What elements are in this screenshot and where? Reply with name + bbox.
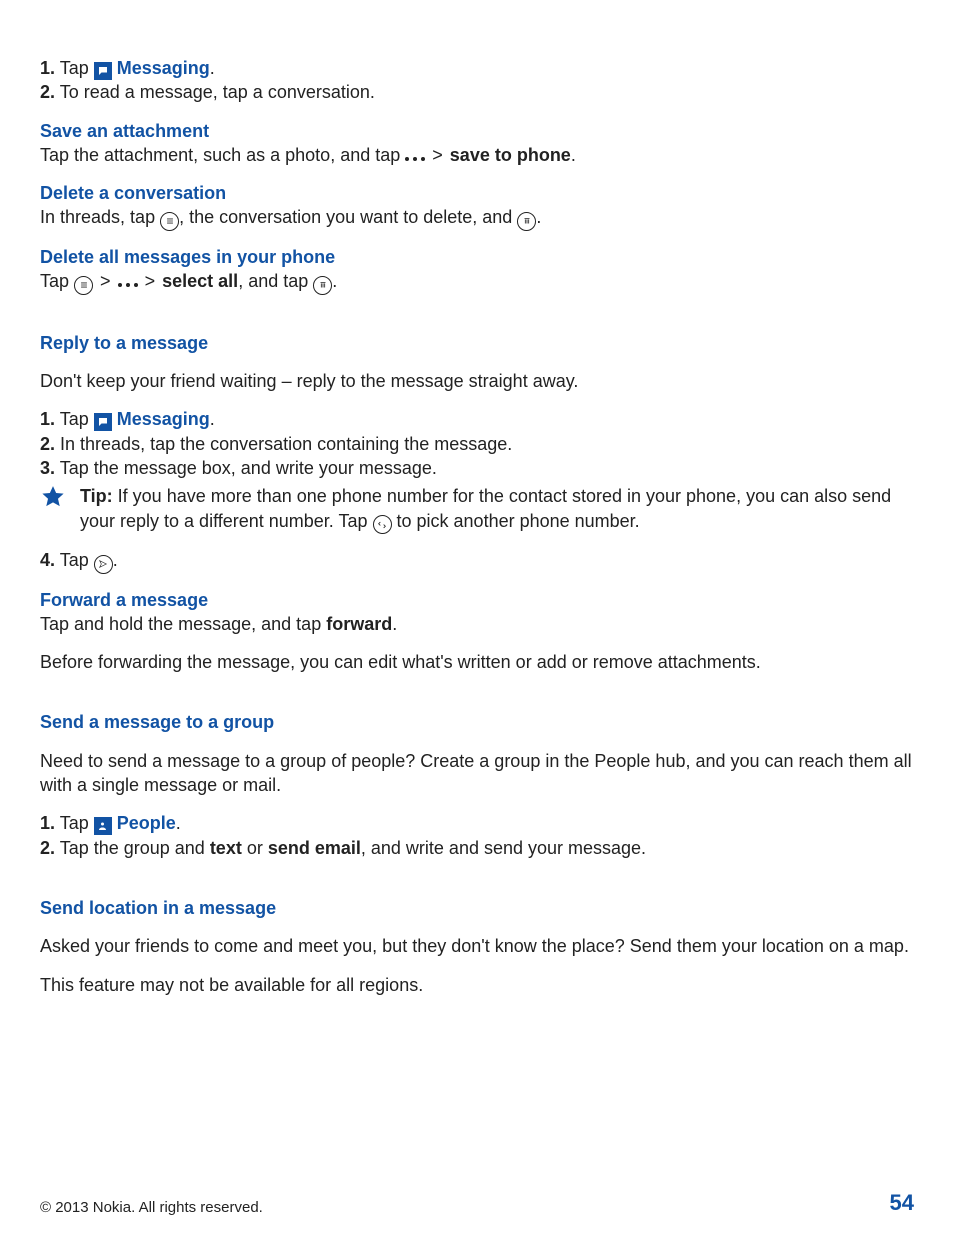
- section-heading: Delete all messages in your phone: [40, 245, 914, 269]
- menu-item: forward: [326, 614, 392, 634]
- step-2: 2. In threads, tap the conversation cont…: [40, 432, 914, 456]
- step-2: 2. To read a message, tap a conversation…: [40, 80, 914, 104]
- chevron: >: [98, 269, 113, 293]
- note-text: Before forwarding the message, you can e…: [40, 650, 914, 674]
- text: In threads, tap: [40, 207, 160, 227]
- text: Tap the message box, and write your mess…: [55, 458, 437, 478]
- select-icon: [160, 212, 179, 231]
- step-number: 1.: [40, 58, 55, 78]
- text: or: [242, 838, 268, 858]
- intro-text: Asked your friends to come and meet you,…: [40, 934, 914, 958]
- body-line: In threads, tap , the conversation you w…: [40, 205, 914, 231]
- intro-text: Need to send a message to a group of peo…: [40, 749, 914, 798]
- star-icon: [40, 484, 66, 510]
- intro-steps: 1. Tap Messaging. 2. To read a message, …: [40, 56, 914, 105]
- people-tile-icon: [94, 817, 112, 835]
- text: Tap: [55, 813, 94, 833]
- text: .: [210, 409, 215, 429]
- section-heading: Reply to a message: [40, 331, 914, 355]
- text: , and tap: [238, 271, 313, 291]
- chevron: >: [143, 269, 158, 293]
- section-heading: Forward a message: [40, 588, 914, 612]
- tip-label: Tip:: [80, 486, 113, 506]
- intro-text: Don't keep your friend waiting – reply t…: [40, 369, 914, 393]
- menu-item: send email: [268, 838, 361, 858]
- section-heading: Delete a conversation: [40, 181, 914, 205]
- text: Tap the attachment, such as a photo, and…: [40, 145, 405, 165]
- send-icon: [94, 555, 113, 574]
- text: Tap the group and: [55, 838, 210, 858]
- text: .: [332, 271, 337, 291]
- delete-icon: [517, 212, 536, 231]
- section-delete-conversation: Delete a conversation In threads, tap , …: [40, 181, 914, 231]
- text: Tap: [55, 409, 94, 429]
- text: .: [392, 614, 397, 634]
- step-4: 4. Tap .: [40, 548, 914, 574]
- text: In threads, tap the conversation contain…: [55, 434, 512, 454]
- menu-item: select all: [162, 271, 238, 291]
- messaging-tile-icon: [94, 413, 112, 431]
- chevron: >: [430, 143, 445, 167]
- text: to pick another phone number.: [392, 511, 640, 531]
- text: .: [536, 207, 541, 227]
- step-number: 4.: [40, 550, 55, 570]
- copyright: © 2013 Nokia. All rights reserved.: [40, 1198, 263, 1218]
- page: 1. Tap Messaging. 2. To read a message, …: [0, 0, 954, 1258]
- section-heading: Save an attachment: [40, 119, 914, 143]
- step-number: 2.: [40, 838, 55, 858]
- section-location: Send location in a message Asked your fr…: [40, 896, 914, 997]
- note-text: This feature may not be available for al…: [40, 973, 914, 997]
- page-number: 54: [890, 1188, 914, 1218]
- text: , and write and send your message.: [361, 838, 646, 858]
- text: .: [210, 58, 215, 78]
- menu-item: save to phone: [450, 145, 571, 165]
- step-number: 1.: [40, 409, 55, 429]
- select-icon: [74, 276, 93, 295]
- text: Tap: [40, 271, 74, 291]
- app-name: People: [112, 813, 176, 833]
- app-name: Messaging: [112, 58, 210, 78]
- body-line: Tap and hold the message, and tap forwar…: [40, 612, 914, 636]
- section-group: Send a message to a group Need to send a…: [40, 710, 914, 859]
- step-3: 3. Tap the message box, and write your m…: [40, 456, 914, 480]
- text: , the conversation you want to delete, a…: [179, 207, 517, 227]
- step-number: 2.: [40, 434, 55, 454]
- switch-number-icon: [373, 515, 392, 534]
- menu-item: text: [210, 838, 242, 858]
- step-1: 1. Tap Messaging.: [40, 407, 914, 431]
- more-icon: [405, 157, 425, 161]
- more-icon: [118, 283, 138, 287]
- section-heading: Send location in a message: [40, 896, 914, 920]
- tip-block: Tip: If you have more than one phone num…: [40, 484, 914, 534]
- delete-icon: [313, 276, 332, 295]
- step-number: 3.: [40, 458, 55, 478]
- text: To read a message, tap a conversation.: [55, 82, 375, 102]
- body-line: Tap > > select all, and tap .: [40, 269, 914, 295]
- section-forward: Forward a message Tap and hold the messa…: [40, 588, 914, 675]
- step-1: 1. Tap People.: [40, 811, 914, 835]
- section-delete-all: Delete all messages in your phone Tap > …: [40, 245, 914, 295]
- text: Tap: [55, 58, 94, 78]
- text: Tap: [55, 550, 94, 570]
- text: Tap and hold the message, and tap: [40, 614, 326, 634]
- text: .: [571, 145, 576, 165]
- messaging-tile-icon: [94, 62, 112, 80]
- tip-text: Tip: If you have more than one phone num…: [80, 484, 914, 534]
- section-reply: Reply to a message Don't keep your frien…: [40, 331, 914, 574]
- body-line: Tap the attachment, such as a photo, and…: [40, 143, 914, 167]
- text: .: [113, 550, 118, 570]
- section-heading: Send a message to a group: [40, 710, 914, 734]
- step-1: 1. Tap Messaging.: [40, 56, 914, 80]
- app-name: Messaging: [112, 409, 210, 429]
- section-save-attachment: Save an attachment Tap the attachment, s…: [40, 119, 914, 168]
- step-number: 1.: [40, 813, 55, 833]
- step-number: 2.: [40, 82, 55, 102]
- step-2: 2. Tap the group and text or send email,…: [40, 836, 914, 860]
- text: .: [176, 813, 181, 833]
- page-footer: © 2013 Nokia. All rights reserved. 54: [40, 1188, 914, 1218]
